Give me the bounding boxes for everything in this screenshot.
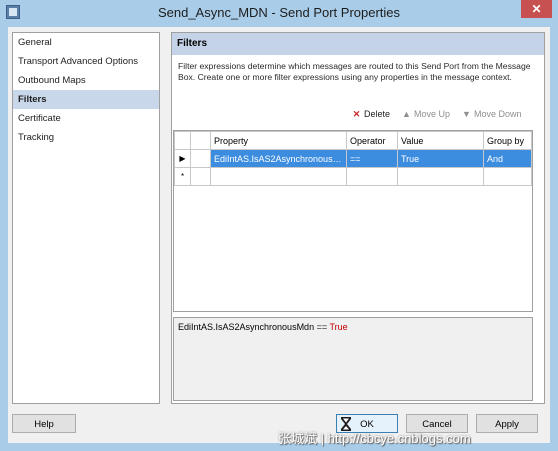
expression-preview: EdiIntAS.IsAS2AsynchronousMdn == True [173, 317, 533, 401]
new-cell-group-by[interactable] [483, 167, 532, 186]
nav-item-tracking[interactable]: Tracking [13, 128, 159, 147]
column-header-property[interactable]: Property [210, 131, 347, 150]
nav-item-certificate[interactable]: Certificate [13, 109, 159, 128]
move-up-button[interactable]: ▲ Move Up [402, 109, 450, 119]
column-header-group-by[interactable]: Group by [483, 131, 532, 150]
nav-item-filters[interactable]: Filters [13, 90, 159, 109]
dialog-window: Send_Async_MDN - Send Port Properties ✕ … [0, 0, 558, 451]
cell-value[interactable]: True [397, 149, 484, 168]
delete-icon: ✕ [352, 109, 361, 119]
cell-group-by[interactable]: And [483, 149, 532, 168]
nav-item-outbound-maps[interactable]: Outbound Maps [13, 71, 159, 90]
window-title: Send_Async_MDN - Send Port Properties [157, 5, 401, 20]
nav-item-transport-advanced-options[interactable]: Transport Advanced Options [13, 52, 159, 71]
expression-operator: == [316, 322, 328, 332]
column-header-operator[interactable]: Operator [346, 131, 398, 150]
filter-toolbar: ✕ Delete ▲ Move Up ▼ Move Down [172, 105, 544, 125]
filter-grid[interactable]: Property Operator Value Group by ▶ EdiIn… [173, 130, 533, 312]
column-header-value[interactable]: Value [397, 131, 484, 150]
nav-item-general[interactable]: General [13, 33, 159, 52]
row-spacer [190, 149, 211, 168]
new-row-icon[interactable]: * [174, 167, 191, 186]
grid-header-row: Property Operator Value Group by [174, 131, 532, 150]
expression-value: True [329, 322, 348, 332]
new-cell-operator[interactable] [346, 167, 398, 186]
close-button[interactable]: ✕ [521, 0, 552, 18]
new-cell-property[interactable] [210, 167, 347, 186]
arrow-down-icon: ▼ [462, 109, 471, 119]
delete-label: Delete [364, 109, 391, 119]
grid-corner [174, 131, 191, 150]
move-down-button[interactable]: ▼ Move Down [462, 109, 522, 119]
row-selector-icon[interactable]: ▶ [174, 149, 191, 168]
panel-description: Filter expressions determine which messa… [178, 61, 531, 82]
new-cell-value[interactable] [397, 167, 484, 186]
watermark-text: 张城斌 | http://cbcye.cnblogs.com [278, 431, 471, 446]
nav-list: General Transport Advanced Options Outbo… [12, 32, 160, 404]
move-up-label: Move Up [414, 109, 451, 119]
help-button[interactable]: Help [12, 414, 76, 433]
dialog-client: General Transport Advanced Options Outbo… [8, 27, 550, 443]
cell-property[interactable]: EdiIntAS.IsAS2AsynchronousMdn [210, 149, 347, 168]
arrow-up-icon: ▲ [402, 109, 411, 119]
row-spacer [190, 167, 211, 186]
apply-button[interactable]: Apply [476, 414, 538, 433]
cell-operator[interactable]: == [346, 149, 398, 168]
table-row[interactable]: ▶ EdiIntAS.IsAS2AsynchronousMdn == True … [174, 149, 532, 168]
title-bar[interactable]: Send_Async_MDN - Send Port Properties ✕ [0, 0, 558, 26]
new-row[interactable]: * [174, 167, 532, 186]
delete-button[interactable]: ✕ Delete [352, 109, 390, 120]
expression-property: EdiIntAS.IsAS2AsynchronousMdn [178, 322, 315, 332]
move-down-label: Move Down [474, 109, 522, 119]
panel-header: Filters [172, 33, 544, 55]
filters-panel: Filters Filter expressions determine whi… [171, 32, 545, 404]
grid-corner-2 [190, 131, 211, 150]
